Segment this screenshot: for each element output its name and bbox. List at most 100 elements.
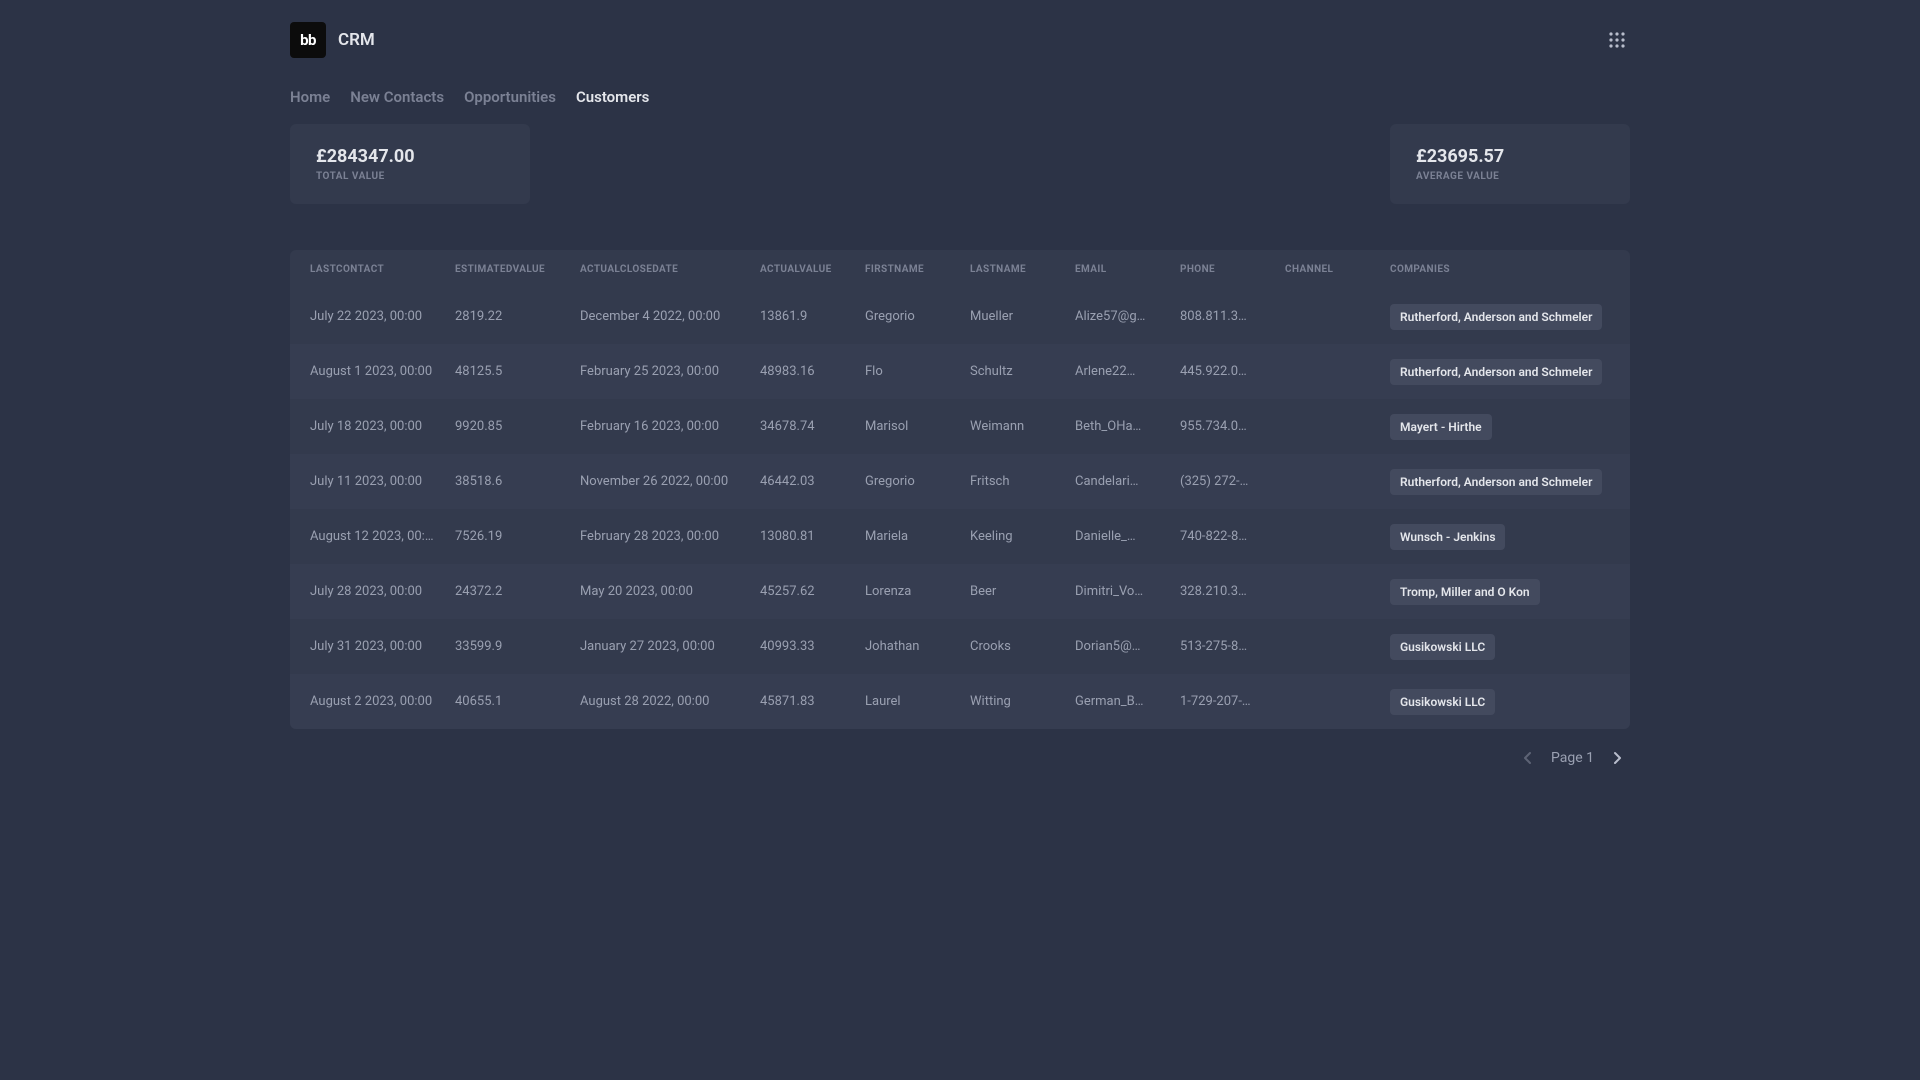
cell-channel (1275, 344, 1380, 399)
cell-companies: Gusikowski LLC (1380, 619, 1630, 674)
company-tag[interactable]: Mayert - Hirthe (1390, 414, 1492, 440)
pager: Page 1 (290, 729, 1630, 769)
col-lastname[interactable]: LASTNAME (960, 250, 1065, 289)
col-firstname[interactable]: FIRSTNAME (855, 250, 960, 289)
cell-channel (1275, 509, 1380, 564)
nav-new-contacts[interactable]: New Contacts (350, 88, 444, 106)
stat-card-total: £284347.00 TOTAL VALUE (290, 124, 530, 204)
cell-firstname: Marisol (855, 399, 960, 454)
cell-phone: 808.811.3… (1170, 289, 1275, 344)
col-channel[interactable]: CHANNEL (1275, 250, 1380, 289)
table-row[interactable]: August 12 2023, 00:007526.19February 28 … (290, 509, 1630, 564)
cell-lastcontact: August 1 2023, 00:00 (290, 344, 445, 399)
cell-actualvalue: 45257.62 (750, 564, 855, 619)
cell-lastname: Fritsch (960, 454, 1065, 509)
cell-companies: Gusikowski LLC (1380, 674, 1630, 729)
col-companies[interactable]: COMPANIES (1380, 250, 1630, 289)
col-phone[interactable]: PHONE (1170, 250, 1275, 289)
cell-companies: Mayert - Hirthe (1380, 399, 1630, 454)
stat-total-label: TOTAL VALUE (316, 171, 504, 182)
nav-customers[interactable]: Customers (576, 88, 649, 106)
cell-companies: Tromp, Miller and O Kon (1380, 564, 1630, 619)
col-estimatedvalue[interactable]: ESTIMATEDVALUE (445, 250, 570, 289)
company-tag[interactable]: Gusikowski LLC (1390, 634, 1495, 660)
cell-actualclosedate: February 16 2023, 00:00 (570, 399, 750, 454)
table-row[interactable]: July 31 2023, 00:0033599.9January 27 202… (290, 619, 1630, 674)
nav-home[interactable]: Home (290, 88, 330, 106)
col-lastcontact[interactable]: LASTCONTACT (290, 250, 445, 289)
cell-companies: Wunsch - Jenkins (1380, 509, 1630, 564)
cell-actualclosedate: February 25 2023, 00:00 (570, 344, 750, 399)
cell-firstname: Gregorio (855, 454, 960, 509)
table-row[interactable]: August 1 2023, 00:0048125.5February 25 2… (290, 344, 1630, 399)
apps-grid-icon[interactable] (1604, 27, 1630, 53)
table-row[interactable]: July 11 2023, 00:0038518.6November 26 20… (290, 454, 1630, 509)
cell-lastcontact: July 11 2023, 00:00 (290, 454, 445, 509)
cell-companies: Rutherford, Anderson and Schmeler (1380, 289, 1630, 344)
col-actualclosedate[interactable]: ACTUALCLOSEDATE (570, 250, 750, 289)
stat-total-value: £284347.00 (316, 146, 504, 167)
cell-actualvalue: 45871.83 (750, 674, 855, 729)
stat-average-label: AVERAGE VALUE (1416, 171, 1604, 182)
header-bar: bb CRM (290, 0, 1630, 58)
cell-email: Dimitri_Vo… (1065, 564, 1170, 619)
cell-estimatedvalue: 2819.22 (445, 289, 570, 344)
app-name: CRM (338, 30, 375, 50)
cell-lastcontact: July 28 2023, 00:00 (290, 564, 445, 619)
cell-estimatedvalue: 24372.2 (445, 564, 570, 619)
cell-lastcontact: July 18 2023, 00:00 (290, 399, 445, 454)
company-tag[interactable]: Gusikowski LLC (1390, 689, 1495, 715)
cell-estimatedvalue: 9920.85 (445, 399, 570, 454)
company-tag[interactable]: Rutherford, Anderson and Schmeler (1390, 304, 1602, 330)
cell-channel (1275, 399, 1380, 454)
cell-actualvalue: 13861.9 (750, 289, 855, 344)
table-row[interactable]: July 18 2023, 00:009920.85February 16 20… (290, 399, 1630, 454)
stat-average-value: £23695.57 (1416, 146, 1604, 167)
cell-email: Alize57@g… (1065, 289, 1170, 344)
cell-companies: Rutherford, Anderson and Schmeler (1380, 344, 1630, 399)
brand: bb CRM (290, 22, 375, 58)
cell-channel (1275, 289, 1380, 344)
company-tag[interactable]: Rutherford, Anderson and Schmeler (1390, 469, 1602, 495)
cell-email: Dorian5@… (1065, 619, 1170, 674)
company-tag[interactable]: Wunsch - Jenkins (1390, 524, 1505, 550)
pager-label: Page 1 (1551, 750, 1594, 766)
cell-firstname: Johathan (855, 619, 960, 674)
cell-lastname: Mueller (960, 289, 1065, 344)
app-logo: bb (290, 22, 326, 58)
table-row[interactable]: August 2 2023, 00:0040655.1August 28 202… (290, 674, 1630, 729)
table-header-row: LASTCONTACT ESTIMATEDVALUE ACTUALCLOSEDA… (290, 250, 1630, 289)
cell-actualvalue: 40993.33 (750, 619, 855, 674)
cell-estimatedvalue: 48125.5 (445, 344, 570, 399)
company-tag[interactable]: Tromp, Miller and O Kon (1390, 579, 1540, 605)
cell-actualclosedate: February 28 2023, 00:00 (570, 509, 750, 564)
cell-email: Candelari… (1065, 454, 1170, 509)
cell-phone: (325) 272-… (1170, 454, 1275, 509)
stats-row: £284347.00 TOTAL VALUE £23695.57 AVERAGE… (290, 124, 1630, 250)
cell-phone: 1-729-207-… (1170, 674, 1275, 729)
pager-next-icon[interactable] (1608, 747, 1626, 769)
cell-channel (1275, 454, 1380, 509)
cell-channel (1275, 674, 1380, 729)
cell-lastname: Beer (960, 564, 1065, 619)
cell-phone: 740-822-8… (1170, 509, 1275, 564)
company-tag[interactable]: Rutherford, Anderson and Schmeler (1390, 359, 1602, 385)
cell-lastname: Keeling (960, 509, 1065, 564)
pager-prev-icon[interactable] (1519, 747, 1537, 769)
cell-email: Danielle_… (1065, 509, 1170, 564)
col-actualvalue[interactable]: ACTUALVALUE (750, 250, 855, 289)
cell-estimatedvalue: 38518.6 (445, 454, 570, 509)
cell-actualclosedate: May 20 2023, 00:00 (570, 564, 750, 619)
cell-firstname: Mariela (855, 509, 960, 564)
table-row[interactable]: July 28 2023, 00:0024372.2May 20 2023, 0… (290, 564, 1630, 619)
cell-lastname: Schultz (960, 344, 1065, 399)
cell-phone: 513-275-8… (1170, 619, 1275, 674)
cell-lastcontact: August 12 2023, 00:00 (290, 509, 445, 564)
cell-lastcontact: August 2 2023, 00:00 (290, 674, 445, 729)
col-email[interactable]: EMAIL (1065, 250, 1170, 289)
cell-lastname: Weimann (960, 399, 1065, 454)
table-row[interactable]: July 22 2023, 00:002819.22December 4 202… (290, 289, 1630, 344)
nav-opportunities[interactable]: Opportunities (464, 88, 556, 106)
cell-actualclosedate: December 4 2022, 00:00 (570, 289, 750, 344)
cell-email: Beth_OHa… (1065, 399, 1170, 454)
